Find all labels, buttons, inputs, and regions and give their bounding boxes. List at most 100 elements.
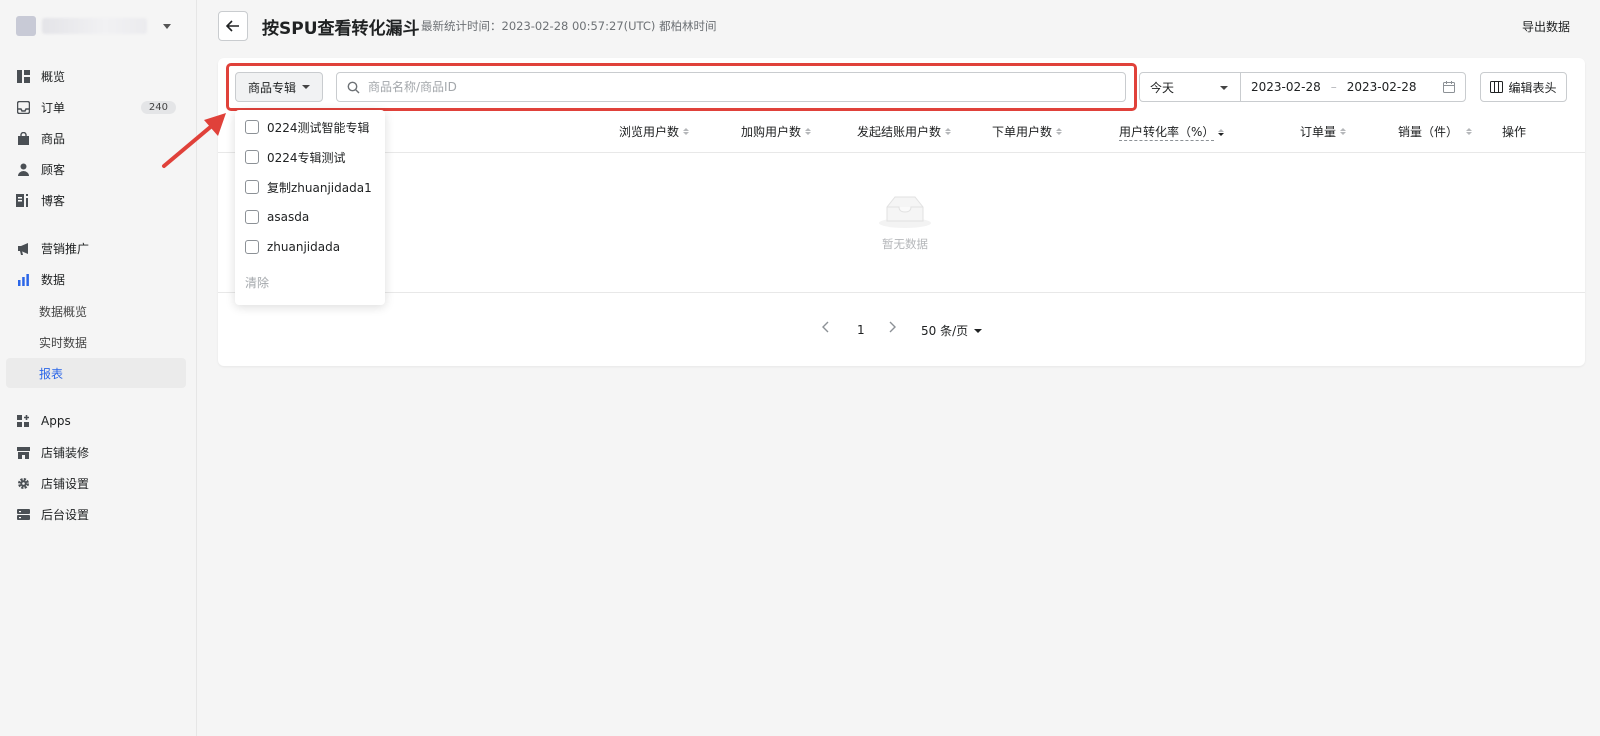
- sidebar-item-label: 营销推广: [41, 241, 90, 256]
- column-header-views[interactable]: 浏览用户数: [619, 123, 690, 140]
- last-updated-text: 最新统计时间：2023-02-28 00:57:27(UTC) 都柏林时间: [421, 19, 717, 33]
- back-button[interactable]: [218, 11, 248, 41]
- search-icon: [347, 81, 360, 93]
- search-input[interactable]: [368, 80, 1068, 94]
- bar-chart-icon: [16, 272, 30, 286]
- sidebar-item-label: 概览: [41, 69, 66, 84]
- sidebar-item-label: 商品: [41, 131, 66, 146]
- export-data-button[interactable]: 导出数据: [1522, 18, 1570, 35]
- calendar-icon: [1443, 81, 1455, 93]
- collection-filter-label: 商品专辑: [247, 80, 296, 95]
- column-header-units-sold[interactable]: 销量（件）: [1398, 123, 1473, 140]
- collection-dropdown: 0224测试智能专辑 0224专辑测试 复制zhuanjidada1 asasd…: [235, 110, 385, 305]
- sort-icon: [683, 128, 690, 135]
- edit-columns-button[interactable]: 编辑表头: [1480, 72, 1567, 102]
- sidebar-item-blog[interactable]: 博客: [6, 185, 186, 215]
- megaphone-icon: [16, 241, 30, 255]
- sidebar-item-orders[interactable]: 订单 240: [6, 92, 186, 122]
- inbox-icon: [16, 100, 30, 114]
- sidebar-subitem-data-overview[interactable]: 数据概览: [6, 296, 186, 326]
- collection-filter-button[interactable]: 商品专辑: [235, 72, 323, 102]
- collection-option-label: zhuanjidada: [267, 240, 341, 254]
- column-header-conversion-rate[interactable]: 用户转化率（%）: [1119, 123, 1225, 141]
- server-icon: [16, 507, 30, 521]
- sidebar-item-label: 顾客: [41, 162, 66, 177]
- chevron-down-icon: [163, 23, 171, 29]
- sort-icon: [1466, 128, 1473, 135]
- arrow-left-icon: [226, 20, 239, 32]
- sidebar-item-label: 店铺装修: [41, 445, 90, 460]
- column-header-orders[interactable]: 订单量: [1300, 123, 1347, 140]
- store-name-blurred: [42, 18, 147, 34]
- checkbox[interactable]: [245, 210, 259, 224]
- sidebar-item-analytics[interactable]: 数据: [6, 264, 186, 294]
- sidebar-item-label: 店铺设置: [41, 476, 90, 491]
- search-field[interactable]: [336, 72, 1126, 102]
- sort-icon: [945, 128, 952, 135]
- page-title: 按SPU查看转化漏斗: [262, 19, 420, 39]
- store-logo: [16, 16, 36, 36]
- person-icon: [16, 162, 30, 176]
- date-range-preset-select[interactable]: 今天: [1139, 72, 1241, 102]
- collection-option-label: asasda: [267, 210, 310, 224]
- sort-icon: [1340, 128, 1347, 135]
- page-size-value: 50 条/页: [921, 324, 969, 338]
- chevron-left-icon[interactable]: [822, 321, 830, 333]
- date-separator: –: [1330, 80, 1337, 94]
- chevron-right-icon[interactable]: [888, 321, 896, 333]
- collection-option[interactable]: asasda: [245, 207, 309, 227]
- collection-option-label: 0224测试智能专辑: [267, 120, 370, 135]
- sidebar-item-apps[interactable]: Apps: [6, 406, 186, 436]
- shopping-bag-icon: [16, 131, 30, 145]
- sidebar-subitem-realtime[interactable]: 实时数据: [6, 327, 186, 357]
- blog-icon: [16, 193, 30, 207]
- page-size-select[interactable]: 50 条/页: [921, 322, 983, 339]
- sort-icon: [805, 128, 812, 135]
- columns-icon: [1490, 81, 1504, 93]
- date-end: 2023-02-28: [1346, 80, 1417, 94]
- empty-box-icon: [879, 196, 931, 228]
- checkbox[interactable]: [245, 150, 259, 164]
- gear-icon: [16, 476, 30, 490]
- dashboard-icon: [16, 69, 30, 83]
- sidebar-item-customers[interactable]: 顾客: [6, 154, 186, 184]
- column-header-label: 销量（件）: [1398, 125, 1459, 139]
- checkbox[interactable]: [245, 180, 259, 194]
- sidebar-item-admin-settings[interactable]: 后台设置: [6, 499, 186, 529]
- sidebar-item-label: 订单: [41, 100, 66, 115]
- sidebar: 概览 订单 240 商品 顾客 博客 营销推广 数据 数据概览 实时数据 报表 …: [0, 0, 197, 736]
- sidebar-subitem-reports[interactable]: 报表: [6, 358, 186, 388]
- sidebar-item-label: 后台设置: [41, 507, 90, 522]
- table-header-divider: [218, 152, 1585, 153]
- column-header-label: 订单量: [1300, 125, 1337, 139]
- column-header-label: 浏览用户数: [619, 125, 680, 139]
- apps-icon: [16, 414, 30, 428]
- store-switcher[interactable]: [16, 14, 181, 38]
- sidebar-item-products[interactable]: 商品: [6, 123, 186, 153]
- column-header-label: 用户转化率（%）: [1119, 125, 1215, 141]
- collection-option[interactable]: zhuanjidada: [245, 237, 340, 257]
- column-header-label: 发起结账用户数: [857, 125, 942, 139]
- clear-selection-button[interactable]: 清除: [245, 274, 269, 291]
- caret-down-icon: [302, 85, 310, 89]
- column-header-checkout[interactable]: 发起结账用户数: [857, 123, 952, 140]
- column-header-label: 下单用户数: [992, 125, 1053, 139]
- date-range-picker[interactable]: 2023-02-28 – 2023-02-28: [1240, 72, 1466, 102]
- checkbox[interactable]: [245, 120, 259, 134]
- sidebar-item-overview[interactable]: 概览: [6, 61, 186, 91]
- collection-option[interactable]: 复制zhuanjidada1: [245, 177, 372, 197]
- caret-down-icon: [974, 328, 983, 333]
- checkbox[interactable]: [245, 240, 259, 254]
- store-icon: [16, 445, 30, 459]
- sidebar-item-store-settings[interactable]: 店铺设置: [6, 468, 186, 498]
- orders-count-badge: 240: [140, 100, 176, 114]
- column-header-add-to-cart[interactable]: 加购用户数: [741, 123, 812, 140]
- date-start: 2023-02-28: [1251, 80, 1321, 94]
- collection-option[interactable]: 0224测试智能专辑: [245, 117, 370, 137]
- pagination-current-page[interactable]: 1: [857, 323, 865, 337]
- sidebar-item-marketing[interactable]: 营销推广: [6, 233, 186, 263]
- caret-down-icon: [1220, 86, 1228, 90]
- collection-option[interactable]: 0224专辑测试: [245, 147, 346, 167]
- column-header-ordering-users[interactable]: 下单用户数: [992, 123, 1063, 140]
- sidebar-item-storefront[interactable]: 店铺装修: [6, 437, 186, 467]
